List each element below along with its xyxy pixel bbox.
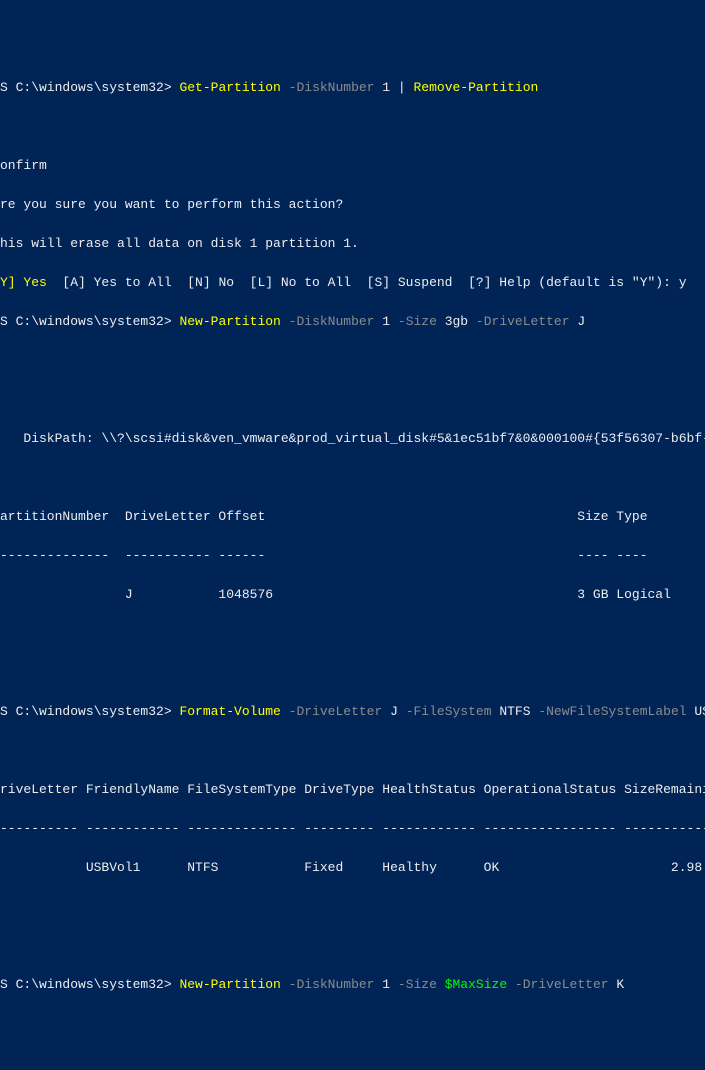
- arg: 1: [374, 314, 397, 329]
- confirm-text: his will erase all data on disk 1 partit…: [0, 234, 705, 254]
- arg: 1: [374, 977, 397, 992]
- param: -DiskNumber: [281, 977, 375, 992]
- table-divider: ---------- ------------ -------------- -…: [0, 819, 705, 839]
- terminal-line: S C:\windows\system32> New-Partition -Di…: [0, 312, 705, 332]
- terminal-line: S C:\windows\system32> Format-Volume -Dr…: [0, 702, 705, 722]
- confirm-text: re you sure you want to perform this act…: [0, 195, 705, 215]
- cmdlet: New-Partition: [179, 977, 280, 992]
- param: -NewFileSystemLabel: [538, 704, 686, 719]
- diskpath-output: DiskPath: \\?\scsi#disk&ven_vmware&prod_…: [0, 429, 705, 449]
- arg: USBVol1: [687, 704, 705, 719]
- arg: 3gb: [437, 314, 476, 329]
- arg: K: [609, 977, 625, 992]
- prompt: S C:\windows\system32>: [0, 977, 179, 992]
- option-yes: Y] Yes: [0, 275, 47, 290]
- arg: NTFS: [492, 704, 539, 719]
- table-header: artitionNumber DriveLetter Offset Size T…: [0, 507, 705, 527]
- param: -DriveLetter: [507, 977, 608, 992]
- table-row: USBVol1 NTFS Fixed Healthy OK 2.98 GB 3 …: [0, 858, 705, 878]
- variable: $MaxSize: [437, 977, 507, 992]
- table-header: riveLetter FriendlyName FileSystemType D…: [0, 780, 705, 800]
- prompt: S C:\windows\system32>: [0, 314, 179, 329]
- confirm-text: onfirm: [0, 156, 705, 176]
- cmdlet: Get-Partition: [179, 80, 280, 95]
- prompt: S C:\windows\system32>: [0, 704, 179, 719]
- terminal-line: Y] Yes [A] Yes to All [N] No [L] No to A…: [0, 273, 705, 293]
- cmdlet: Format-Volume: [179, 704, 280, 719]
- arg: J: [570, 314, 586, 329]
- table-divider: -------------- ----------- ------ ---- -…: [0, 546, 705, 566]
- terminal-line: S C:\windows\system32> New-Partition -Di…: [0, 975, 705, 995]
- param: -FileSystem: [406, 704, 492, 719]
- param: -Size: [398, 977, 437, 992]
- prompt: S C:\windows\system32>: [0, 80, 179, 95]
- terminal-line: S C:\windows\system32> Get-Partition -Di…: [0, 78, 705, 98]
- cmdlet: Remove-Partition: [414, 80, 539, 95]
- param: -DriveLetter: [476, 314, 570, 329]
- param: -DiskNumber: [281, 80, 375, 95]
- arg: J: [382, 704, 405, 719]
- cmdlet: New-Partition: [179, 314, 280, 329]
- table-row: J 1048576 3 GB Logical: [0, 585, 705, 605]
- options-text: [A] Yes to All [N] No [L] No to All [S] …: [47, 275, 687, 290]
- arg: 1 |: [374, 80, 413, 95]
- param: -DriveLetter: [281, 704, 382, 719]
- param: -DiskNumber: [281, 314, 375, 329]
- param: -Size: [398, 314, 437, 329]
